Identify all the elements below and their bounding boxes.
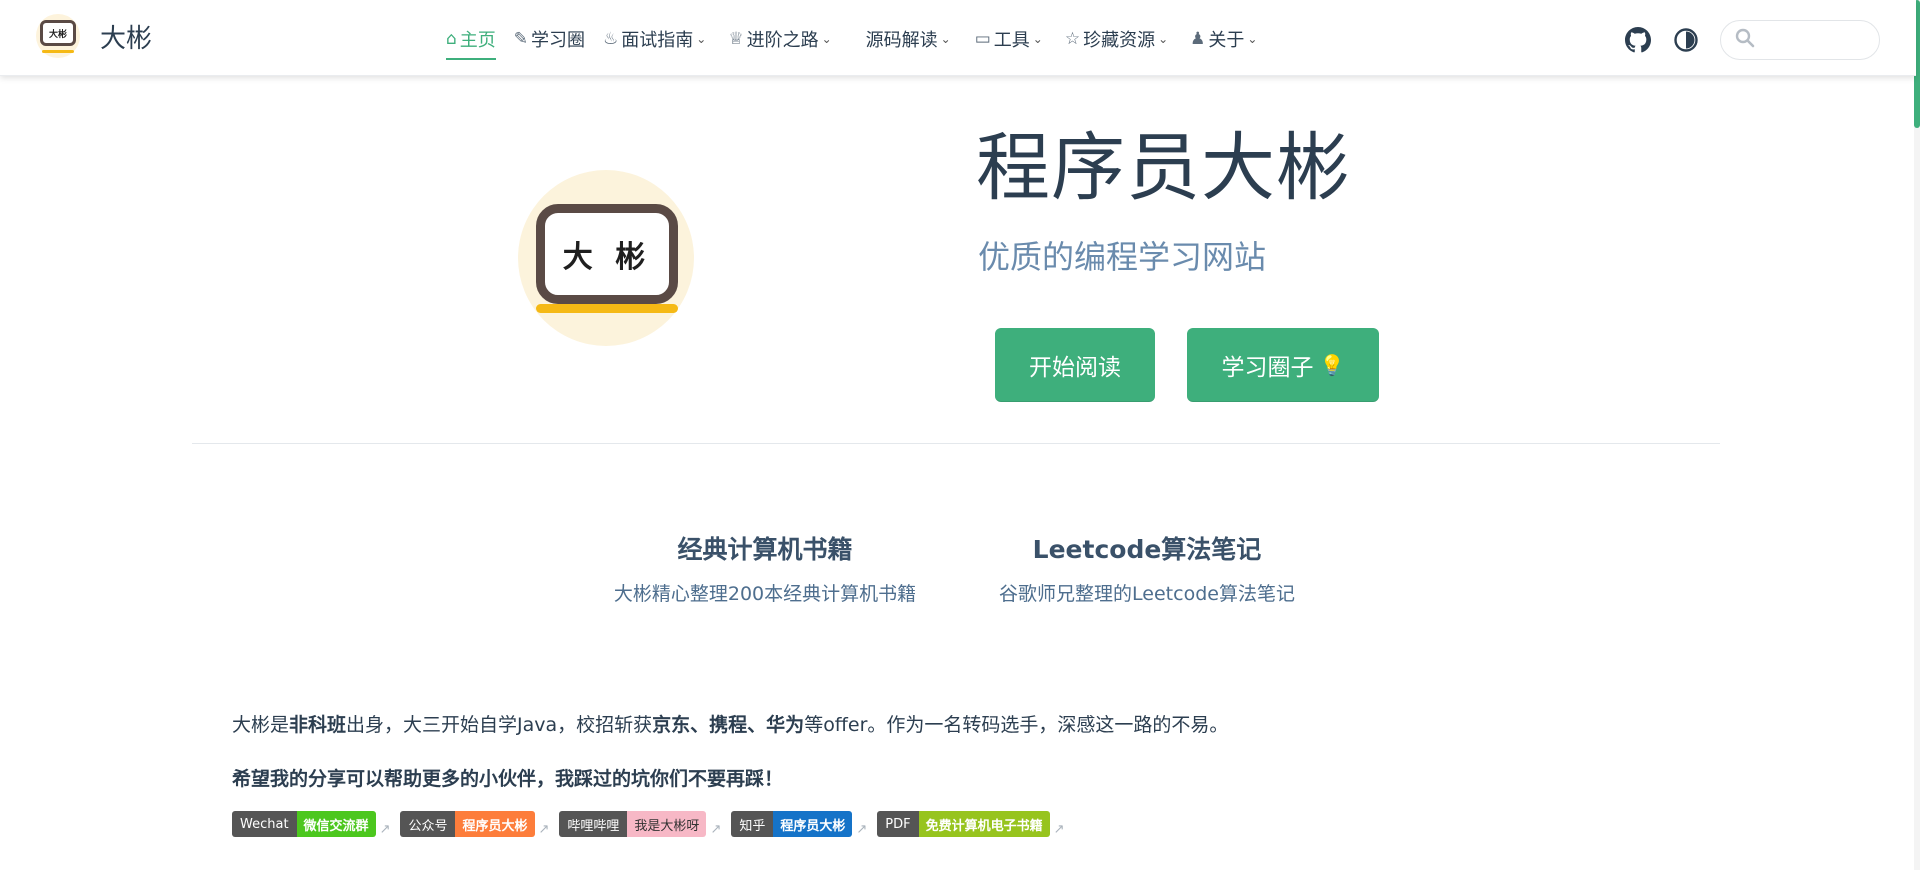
brand-home-link[interactable]: 大彬 大彬 (36, 14, 152, 58)
button-label: 开始阅读 (1029, 354, 1121, 381)
main-nav: ⌂ 主页 ✎ 学习圈 ♨ 面试指南 ⌄ ♕ 进阶之路 ⌄ 源码解读 ⌄ ▭ 工具… (446, 22, 1257, 60)
nav-item-label: 学习圈 (531, 30, 586, 51)
navbar: 大彬 大彬 ⌂ 主页 ✎ 学习圈 ♨ 面试指南 ⌄ ♕ 进阶之路 ⌄ 源码解读 … (0, 0, 1916, 76)
nav-item-source-code[interactable]: 源码解读 ⌄ (866, 22, 951, 56)
chevron-down-icon: ⌄ (1247, 32, 1258, 46)
chevron-down-icon: ⌄ (940, 32, 951, 46)
badge-wechat[interactable]: Wechat 微信交流群 (232, 811, 376, 837)
nav-item-label: 面试指南 (621, 30, 694, 51)
feature-title: Leetcode算法笔记 (1032, 535, 1262, 564)
chevron-down-icon: ⌄ (1032, 32, 1043, 46)
leaf-icon: ✎ (513, 29, 529, 49)
toolbox-icon: ▭ (974, 29, 991, 49)
star-icon: ☆ (1064, 29, 1081, 49)
intro-emphasis: 京东、携程、华为 (652, 714, 805, 736)
badge-zhihu[interactable]: 知乎 程序员大彬 (731, 811, 853, 837)
chevron-down-icon: ⌄ (1158, 32, 1169, 46)
badge-value: 微信交流群 (296, 811, 376, 837)
badge-label: 知乎 (731, 811, 774, 837)
badge-value: 免费计算机电子书籍 (918, 811, 1050, 837)
badge-label: Wechat (232, 811, 297, 837)
java-icon: ♨ (603, 29, 619, 49)
nav-item-tools[interactable]: ▭ 工具 ⌄ (975, 22, 1043, 56)
chevron-down-icon: ⌄ (696, 32, 707, 46)
nav-item-label: 源码解读 (865, 30, 938, 51)
nav-item-about[interactable]: ♟ 关于 ⌄ (1190, 22, 1257, 56)
badge-label: 哔哩哔哩 (559, 811, 628, 837)
external-link-icon: ↗ (856, 822, 868, 837)
nav-item-home[interactable]: ⌂ 主页 (446, 22, 496, 60)
intro-emphasis: 非科班 (289, 714, 347, 736)
badge-value: 程序员大彬 (773, 811, 853, 837)
external-link-icon: ↗ (538, 822, 550, 837)
nav-item-label: 工具 (993, 30, 1030, 51)
intro-text: 大彬是 (232, 714, 290, 736)
external-link-icon: ↗ (379, 822, 391, 837)
badge-official-account[interactable]: 公众号 程序员大彬 (400, 811, 535, 837)
theme-toggle-button[interactable] (1672, 26, 1700, 54)
github-icon (1625, 27, 1651, 53)
intro-text: 出身，大三开始自学Java，校招斩获 (346, 714, 653, 736)
feature-details: 谷歌师兄整理的Leetcode算法笔记 (999, 583, 1295, 605)
intro-paragraph: 大彬是非科班出身，大三开始自学Java，校招斩获京东、携程、华为等offer。作… (232, 710, 1228, 737)
intro-slogan: 希望我的分享可以帮助更多的小伙伴，我踩过的坑你们不要再踩！ (232, 768, 784, 790)
external-link-icon: ↗ (1053, 822, 1065, 837)
hero-logo-bar (536, 304, 678, 313)
home-icon: ⌂ (446, 29, 457, 49)
badge-pdf[interactable]: PDF 免费计算机电子书籍 (877, 811, 1050, 837)
brand-logo-text: 大彬 (40, 20, 76, 46)
badge-bilibili[interactable]: 哔哩哔哩 我是大彬呀 (559, 811, 707, 837)
brand-logo-bar (42, 50, 74, 53)
navbar-actions (1624, 20, 1880, 60)
nav-item-resources[interactable]: ☆ 珍藏资源 ⌄ (1065, 22, 1168, 56)
github-link[interactable] (1624, 26, 1652, 54)
chevron-down-icon: ⌄ (821, 32, 832, 46)
hero-logo-text: 大 彬 (536, 204, 678, 304)
social-badges: Wechat 微信交流群 ↗ 公众号 程序员大彬 ↗ 哔哩哔哩 我是大彬呀 ↗ … (232, 811, 1075, 837)
lightbulb-icon: 💡 (1319, 352, 1345, 377)
badge-label: 公众号 (400, 811, 456, 837)
contrast-icon (1674, 28, 1698, 52)
external-link-icon: ↗ (710, 822, 722, 837)
badge-value: 程序员大彬 (455, 811, 535, 837)
trophy-icon: ♕ (728, 29, 744, 49)
nav-item-study-circle[interactable]: ✎ 学习圈 (514, 22, 585, 56)
badge-label: PDF (877, 811, 919, 837)
page-scrollbar[interactable] (1914, 0, 1920, 870)
nav-item-label: 珍藏资源 (1083, 30, 1156, 51)
hero-divider (192, 443, 1720, 444)
nav-item-interview[interactable]: ♨ 面试指南 ⌄ (603, 22, 706, 56)
hero-logo: 大 彬 (518, 170, 694, 346)
start-reading-button[interactable]: 开始阅读 (995, 328, 1155, 402)
intro-text: 等offer。作为一名转码选手，深感这一路的不易。 (804, 714, 1229, 736)
brand-logo: 大彬 (36, 14, 80, 58)
people-icon: ♟ (1190, 29, 1206, 49)
feature-details: 大彬精心整理200本经典计算机书籍 (613, 583, 917, 605)
feature-leetcode: Leetcode算法笔记 谷歌师兄整理的Leetcode算法笔记 (990, 530, 1304, 608)
button-label: 学习圈子 (1221, 354, 1314, 381)
nav-item-advanced[interactable]: ♕ 进阶之路 ⌄ (728, 22, 831, 56)
site-name: 大彬 (100, 23, 153, 54)
hero-title: 程序员大彬 (976, 125, 1351, 211)
study-circle-button[interactable]: 学习圈子 💡 (1187, 328, 1379, 402)
badge-value: 我是大彬呀 (627, 811, 707, 837)
search-input[interactable] (1720, 20, 1880, 60)
nav-item-label: 进阶之路 (746, 30, 819, 51)
nav-item-label: 关于 (1208, 30, 1245, 51)
feature-books: 经典计算机书籍 大彬精心整理200本经典计算机书籍 (610, 530, 920, 608)
search-icon (1735, 28, 1755, 53)
hero-subtitle: 优质的编程学习网站 (978, 238, 1267, 276)
feature-title: 经典计算机书籍 (677, 535, 853, 564)
nav-item-label: 主页 (459, 30, 496, 51)
